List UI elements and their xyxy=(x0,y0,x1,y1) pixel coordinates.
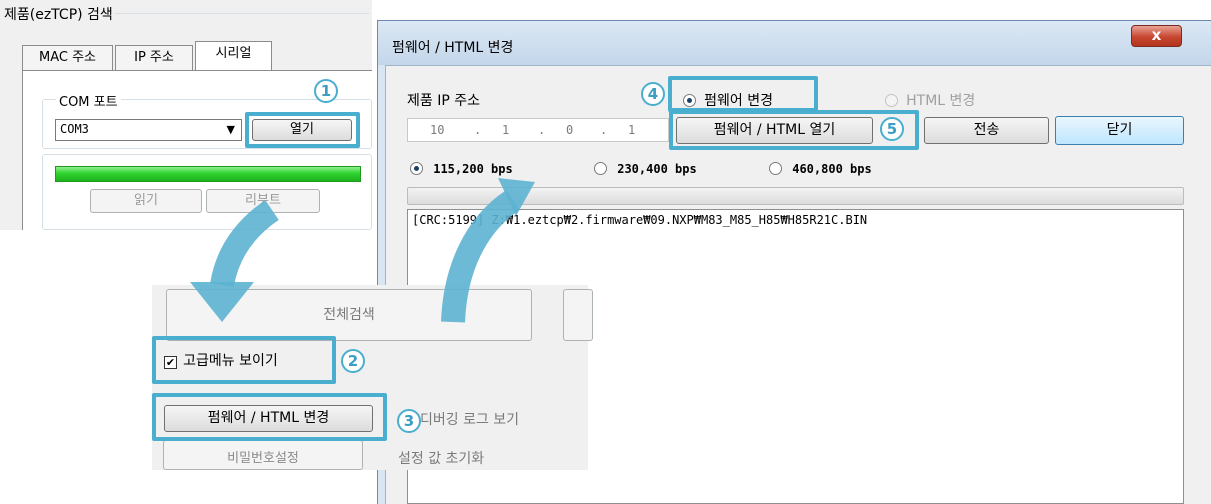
curved-arrow-icon xyxy=(441,178,535,323)
flow-arrows xyxy=(190,178,535,323)
curved-arrow-icon xyxy=(190,200,279,322)
